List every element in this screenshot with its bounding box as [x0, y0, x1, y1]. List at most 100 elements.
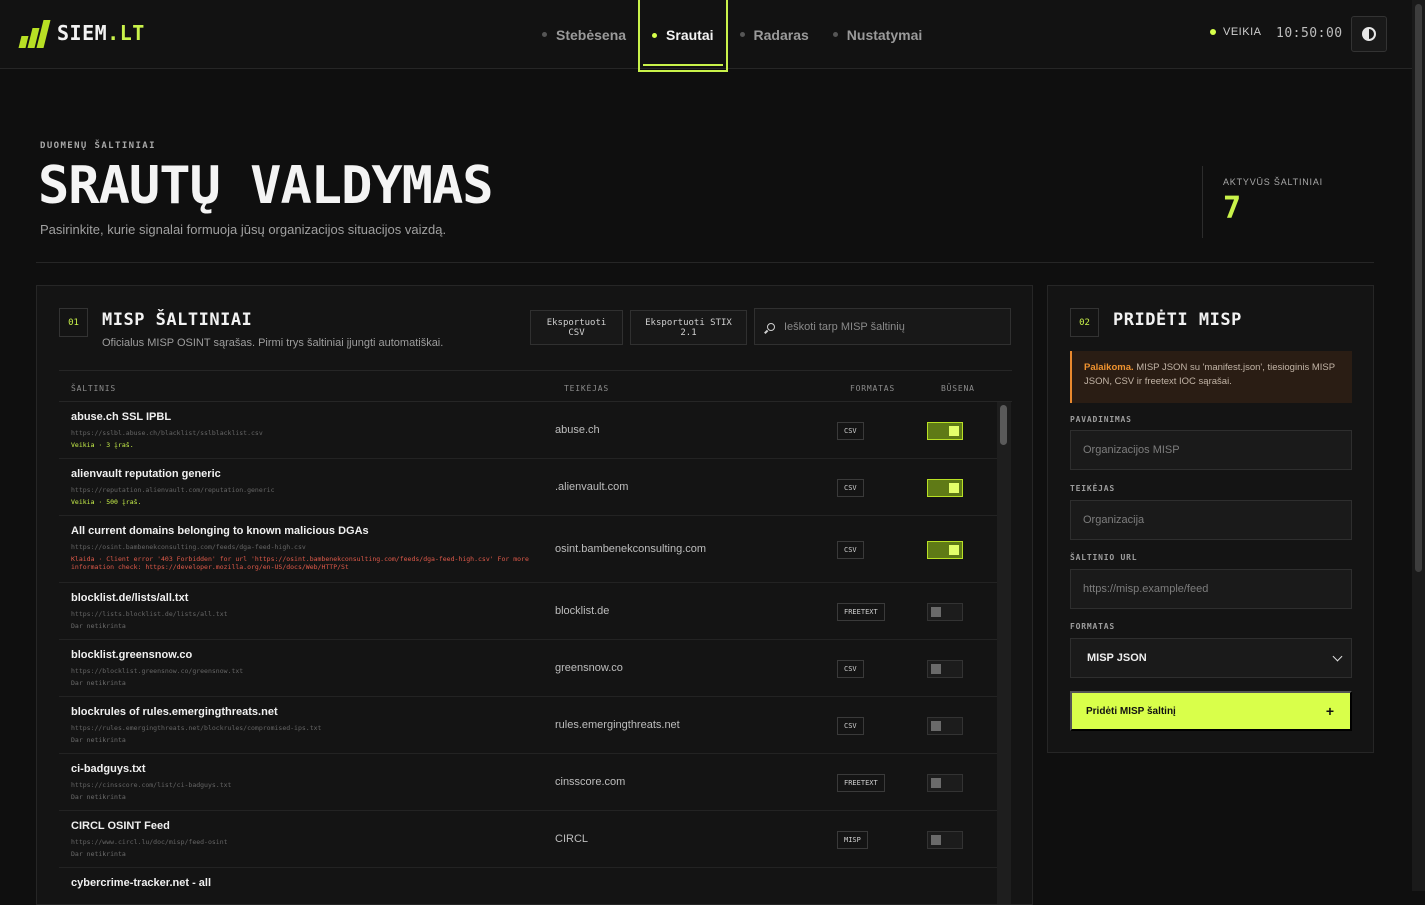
- divider: [36, 262, 1374, 263]
- table-row[interactable]: abuse.ch SSL IPBL https://sslbl.abuse.ch/…: [59, 402, 997, 459]
- url-field[interactable]: [1070, 569, 1352, 609]
- source-toggle[interactable]: [927, 660, 963, 678]
- source-url: https://blocklist.greensnow.co/greensnow…: [71, 667, 244, 675]
- source-url: https://sslbl.abuse.ch/blacklist/sslblac…: [71, 429, 263, 437]
- supported-formats-notice: Palaikoma. MISP JSON su 'manifest.json',…: [1070, 351, 1352, 403]
- provider-field[interactable]: [1070, 500, 1352, 540]
- section-number: 02: [1070, 308, 1099, 337]
- source-name: blocklist.greensnow.co: [71, 649, 193, 661]
- page-scrollbar-thumb[interactable]: [1415, 4, 1422, 572]
- contrast-icon: [1362, 27, 1376, 41]
- main-nav: Stebėsena Srautai Radaras Nustatymai: [530, 0, 934, 72]
- logo-text: SIEM.LT: [57, 21, 145, 45]
- nav-dot-icon: [542, 32, 547, 37]
- source-toggle[interactable]: [927, 717, 963, 735]
- source-toggle[interactable]: [927, 422, 963, 440]
- source-toggle[interactable]: [927, 541, 963, 559]
- source-status: Dar netikrinta: [71, 622, 126, 630]
- source-toggle[interactable]: [927, 479, 963, 497]
- logo[interactable]: SIEM.LT: [18, 18, 145, 48]
- source-name: blocklist.de/lists/all.txt: [71, 592, 189, 604]
- source-provider: CIRCL: [555, 833, 589, 845]
- table-row[interactable]: ci-badguys.txt https://cinsscore.com/list…: [59, 754, 997, 811]
- source-provider: abuse.ch: [555, 424, 600, 436]
- table-row[interactable]: CIRCL OSINT Feed https://www.circl.lu/doc…: [59, 811, 997, 868]
- table-scrollbar-thumb[interactable]: [1000, 405, 1007, 445]
- format-select[interactable]: MISP JSON: [1070, 638, 1352, 678]
- table-row[interactable]: alienvault reputation generic https://rep…: [59, 459, 997, 516]
- stat-value: 7: [1223, 191, 1242, 226]
- source-status: Dar netikrinta: [71, 850, 126, 858]
- search-icon: [767, 322, 775, 331]
- page-scrollbar[interactable]: [1412, 0, 1425, 891]
- source-toggle[interactable]: [927, 603, 963, 621]
- column-header-source: ŠALTINIS: [71, 384, 116, 393]
- section-title: PRIDĖTI MISP: [1113, 310, 1242, 330]
- source-status: Dar netikrinta: [71, 679, 126, 687]
- page-title: SRAUTŲ VALDYMAS: [38, 156, 494, 216]
- format-badge: CSV: [837, 717, 864, 735]
- table-row[interactable]: cybercrime-tracker.net - all: [59, 868, 997, 904]
- section-number: 01: [59, 308, 88, 337]
- table-scrollbar[interactable]: [997, 402, 1011, 904]
- toggle-knob: [931, 607, 941, 617]
- source-url: https://rules.emergingthreats.net/blockr…: [71, 724, 322, 732]
- table-row[interactable]: blocklist.de/lists/all.txt https://lists.…: [59, 583, 997, 640]
- theme-toggle-button[interactable]: [1351, 16, 1387, 52]
- add-misp-panel: 02 PRIDĖTI MISP Palaikoma. MISP JSON su …: [1047, 285, 1374, 753]
- nav-item-nustatymai[interactable]: Nustatymai: [821, 0, 934, 69]
- source-name: CIRCL OSINT Feed: [71, 820, 170, 832]
- misp-sources-panel: 01 MISP ŠALTINIAI Oficialus MISP OSINT s…: [36, 285, 1033, 905]
- source-toggle[interactable]: [927, 774, 963, 792]
- source-name: alienvault reputation generic: [71, 468, 221, 480]
- format-badge: FREETEXT: [837, 774, 885, 792]
- nav-dot-icon: [652, 32, 658, 38]
- source-name: ci-badguys.txt: [71, 763, 146, 775]
- export-csv-button[interactable]: Eksportuoti CSV: [530, 310, 623, 345]
- nav-item-radaras[interactable]: Radaras: [728, 0, 821, 69]
- source-toggle[interactable]: [927, 831, 963, 849]
- source-name: blockrules of rules.emergingthreats.net: [71, 706, 278, 718]
- column-header-format: FORMATAS: [850, 384, 895, 393]
- column-header-provider: TEIKĖJAS: [564, 384, 609, 393]
- name-field[interactable]: [1070, 430, 1352, 470]
- add-source-button[interactable]: Pridėti MISP šaltinį +: [1070, 691, 1352, 731]
- format-badge: CSV: [837, 660, 864, 678]
- source-name: cybercrime-tracker.net - all: [71, 877, 212, 889]
- toggle-knob: [931, 721, 941, 731]
- table-row[interactable]: blockrules of rules.emergingthreats.net h…: [59, 697, 997, 754]
- format-badge: MISP: [837, 831, 868, 849]
- export-stix-button[interactable]: Eksportuoti STIX 2.1: [630, 310, 747, 345]
- page-eyebrow: DUOMENŲ ŠALTINIAI: [40, 141, 156, 151]
- source-status: Dar netikrinta: [71, 793, 126, 801]
- status-dot-icon: [1210, 29, 1216, 35]
- source-status: Veikia · 500 įraš.: [71, 498, 142, 506]
- source-status: Dar netikrinta: [71, 736, 126, 744]
- search-input[interactable]: [784, 320, 994, 333]
- name-label: PAVADINIMAS: [1070, 415, 1132, 424]
- section-subtitle: Oficialus MISP OSINT sąrašas. Pirmi trys…: [102, 337, 444, 349]
- format-badge: CSV: [837, 541, 864, 559]
- source-provider: osint.bambenekconsulting.com: [555, 543, 707, 555]
- toggle-knob: [931, 835, 941, 845]
- nav-item-stebesena[interactable]: Stebėsena: [530, 0, 638, 69]
- nav-item-srautai[interactable]: Srautai: [638, 0, 728, 72]
- url-label: ŠALTINIO URL: [1070, 553, 1138, 562]
- source-provider: blocklist.de: [555, 605, 610, 617]
- format-badge: FREETEXT: [837, 603, 885, 621]
- source-url: https://lists.blocklist.de/lists/all.txt: [71, 610, 228, 618]
- nav-dot-icon: [739, 32, 745, 37]
- search-box[interactable]: [754, 308, 1011, 345]
- table-row[interactable]: All current domains belonging to known m…: [59, 516, 997, 583]
- source-provider: cinsscore.com: [555, 776, 626, 788]
- table-row[interactable]: blocklist.greensnow.co https://blocklist.…: [59, 640, 997, 697]
- logo-bars-icon: [18, 18, 51, 48]
- clock: 10:50:00: [1276, 26, 1343, 41]
- source-name: abuse.ch SSL IPBL: [71, 411, 172, 423]
- toggle-knob: [949, 545, 959, 555]
- table-header: ŠALTINIS TEIKĖJAS FORMATAS BŪSENA: [59, 370, 1012, 402]
- nav-dot-icon: [832, 32, 838, 37]
- system-status: VEIKIA: [1210, 26, 1261, 38]
- provider-label: TEIKĖJAS: [1070, 484, 1115, 493]
- source-url: https://cinsscore.com/list/ci-badguys.tx…: [71, 781, 232, 789]
